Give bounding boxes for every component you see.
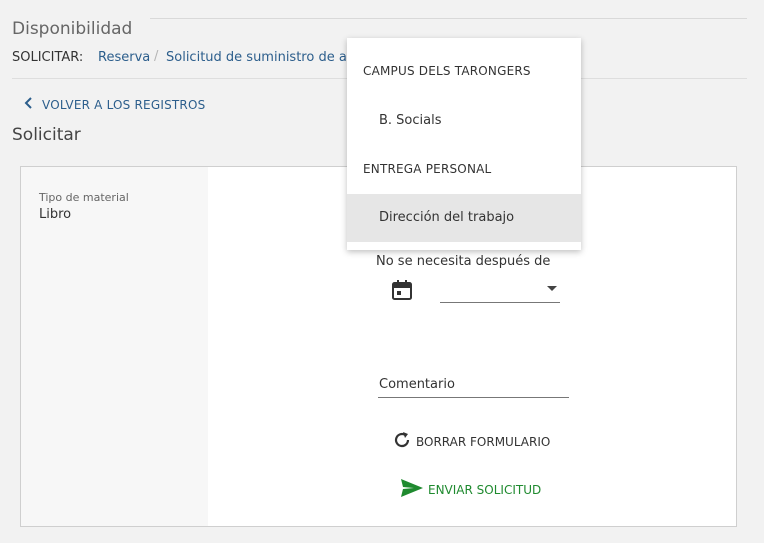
send-icon	[400, 478, 428, 501]
back-to-records-link[interactable]: VOLVER A LOS REGISTROS	[24, 97, 205, 112]
page-title: Solicitar	[12, 125, 81, 145]
material-type-value: Libro	[39, 207, 72, 222]
dropdown-group-campus: CAMPUS DELS TARONGERS	[363, 64, 531, 78]
clear-form-label: BORRAR FORMULARIO	[416, 434, 551, 449]
material-sidebar: Tipo de material Libro	[21, 167, 208, 526]
caret-down-icon	[547, 286, 557, 291]
back-link-label: VOLVER A LOS REGISTROS	[42, 98, 206, 112]
clear-form-button[interactable]: BORRAR FORMULARIO	[392, 430, 550, 453]
send-request-label: ENVIAR SOLICITUD	[428, 482, 542, 497]
send-request-button[interactable]: ENVIAR SOLICITUD	[400, 478, 541, 501]
section-title: Disponibilidad	[12, 19, 133, 40]
dropdown-group-personal-delivery: ENTREGA PERSONAL	[363, 162, 492, 176]
dropdown-option-b-socials[interactable]: B. Socials	[347, 97, 581, 145]
refresh-icon	[392, 430, 416, 453]
comment-field[interactable]: Comentario	[378, 374, 569, 398]
need-by-label: No se necesita después de	[376, 254, 551, 269]
document-delivery-link[interactable]: Solicitud de suministro de artículos	[166, 50, 352, 65]
material-type-label: Tipo de material	[39, 191, 129, 204]
hold-request-link[interactable]: Reserva	[98, 50, 150, 65]
chevron-left-icon	[24, 97, 36, 112]
link-separator: /	[154, 49, 159, 64]
dropdown-option-work-address[interactable]: Dirección del trabajo	[347, 194, 581, 242]
pickup-location-dropdown: CAMPUS DELS TARONGERS B. Socials ENTREGA…	[347, 38, 581, 250]
request-options-bar: SOLICITAR: Reserva / Solicitud de sumini…	[12, 49, 352, 65]
need-by-date-select[interactable]	[440, 278, 560, 303]
calendar-icon[interactable]	[391, 279, 413, 301]
title-divider	[150, 18, 747, 19]
request-label: SOLICITAR:	[12, 50, 84, 65]
